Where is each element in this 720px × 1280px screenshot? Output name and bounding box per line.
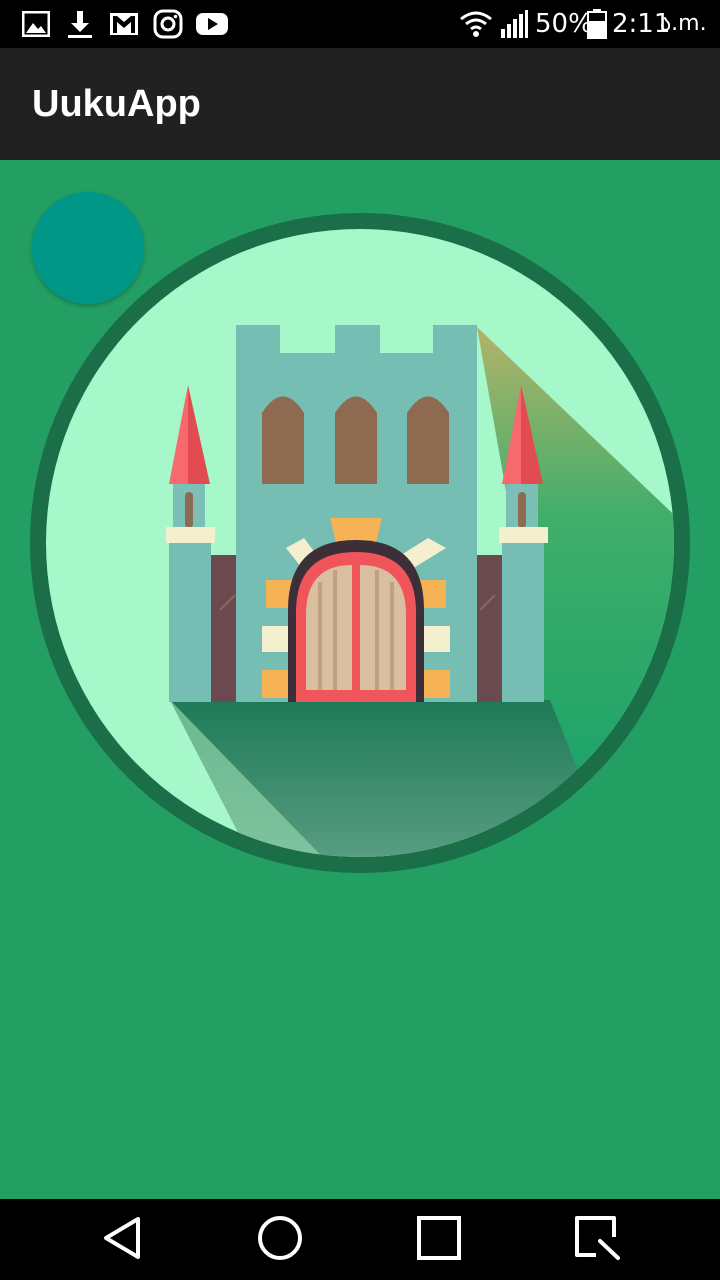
status-bar: 50% 2:11 ა.m. — [0, 0, 720, 48]
recents-icon — [416, 1215, 462, 1265]
back-button[interactable] — [72, 1199, 172, 1280]
home-icon — [257, 1215, 303, 1265]
signal-icon — [498, 8, 530, 40]
fab-circle[interactable] — [32, 192, 144, 304]
youtube-icon — [194, 8, 230, 40]
battery-percent: 50% — [535, 9, 593, 39]
app-title: UukuApp — [32, 83, 201, 125]
screenshot-button[interactable] — [548, 1199, 648, 1280]
instagram-icon — [152, 8, 184, 40]
screenshot-icon — [574, 1215, 622, 1265]
battery-icon — [586, 8, 608, 40]
gmail-icon — [108, 8, 140, 40]
castle-illustration — [30, 210, 690, 875]
clock-ampm: ა.m. — [660, 11, 707, 36]
app-bar: UukuApp — [0, 48, 720, 160]
gallery-icon — [20, 8, 52, 40]
main-content — [0, 160, 720, 1199]
navigation-bar — [0, 1199, 720, 1280]
home-button[interactable] — [230, 1199, 330, 1280]
wifi-icon — [458, 8, 494, 40]
back-icon — [100, 1215, 144, 1265]
recents-button[interactable] — [389, 1199, 489, 1280]
download-icon — [64, 8, 96, 40]
